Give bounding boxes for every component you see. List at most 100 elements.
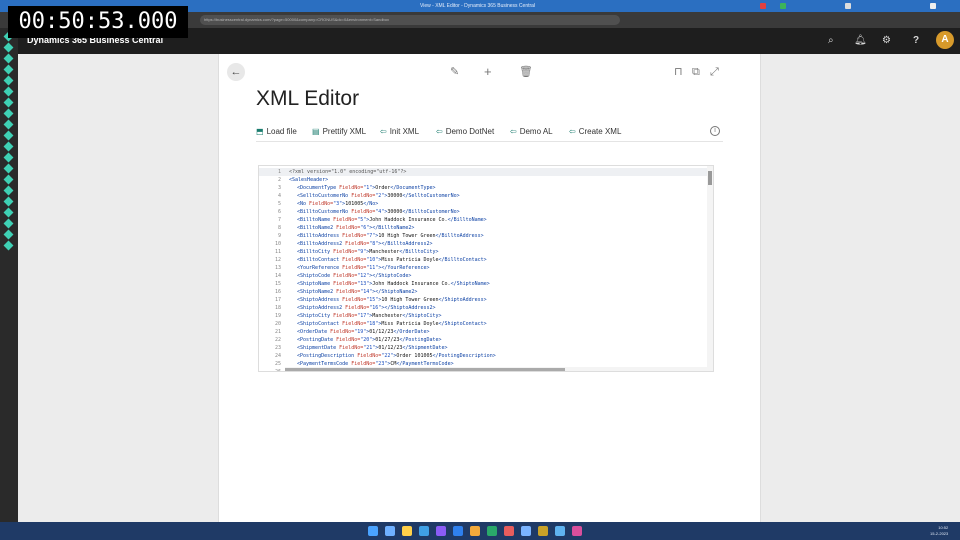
delete-icon[interactable]: 🗑︎ [519, 65, 533, 79]
bell-icon[interactable]: 🔔︎ [854, 35, 867, 47]
gear-icon[interactable]: ⚙ [882, 35, 891, 47]
taskbar-app-icon[interactable] [436, 526, 446, 536]
code-line[interactable]: 5 <No FieldNo="3">101005</No> [259, 200, 713, 208]
rail-app-icon[interactable] [3, 218, 14, 229]
avatar[interactable]: A [936, 31, 954, 49]
url-field[interactable]: https://businesscentral.dynamics.com/?pa… [200, 15, 620, 25]
code-text: <BilltoAddress2 FieldNo="8"></BilltoAddr… [297, 241, 433, 247]
init-xml-button[interactable]: ⇦ Init XML [380, 126, 419, 138]
taskbar: 10:52 15-2-2023 [0, 522, 960, 540]
prettify-xml-button[interactable]: ▤ Prettify XML [312, 126, 366, 138]
code-line[interactable]: 17 <ShiptoAddress FieldNo="15">10 High To… [259, 296, 713, 304]
load-file-button[interactable]: ⬒ Load file [256, 126, 297, 138]
taskbar-app-icon[interactable] [487, 526, 497, 536]
taskbar-app-icon[interactable] [572, 526, 582, 536]
taskbar-app-icon[interactable] [419, 526, 429, 536]
extension-icon[interactable] [780, 3, 786, 9]
code-line[interactable]: 22 <PostingDate FieldNo="20">01/27/23</Po… [259, 336, 713, 344]
code-line[interactable]: 10 <BilltoAddress2 FieldNo="8"></BilltoAd… [259, 240, 713, 248]
code-line[interactable]: 20 <ShiptoContact FieldNo="18">Miss Patri… [259, 320, 713, 328]
code-line[interactable]: 23 <ShipmentDate FieldNo="21">01/12/23</S… [259, 344, 713, 352]
action-arrow-icon: ⇦ [380, 127, 387, 136]
add-icon[interactable]: + [484, 65, 492, 79]
rail-app-icon[interactable] [3, 130, 14, 141]
rail-app-icon[interactable] [3, 86, 14, 97]
code-line[interactable]: 13 <YourReference FieldNo="11"></YourRefe… [259, 264, 713, 272]
rail-app-icon[interactable] [3, 207, 14, 218]
code-line[interactable]: 1 <?xml version="1.0" encoding="utf-16"?> [259, 168, 713, 176]
code-line[interactable]: 4 <SelltoCustomerNo FieldNo="2">30000</Se… [259, 192, 713, 200]
help-icon[interactable]: ? [913, 35, 919, 47]
taskbar-app-icon[interactable] [385, 526, 395, 536]
code-line[interactable]: 7 <BilltoName FieldNo="5">John Haddock In… [259, 216, 713, 224]
bookmark-icon[interactable]: ⊓ [674, 65, 683, 79]
taskbar-app-icon[interactable] [538, 526, 548, 536]
code-text: <ShiptoAddress2 FieldNo="16"></ShiptoAdd… [297, 305, 436, 311]
profile-icon[interactable] [930, 3, 936, 9]
code-line[interactable]: 6 <BilltoCustomerNo FieldNo="4">30000</Bi… [259, 208, 713, 216]
vertical-scrollbar[interactable] [707, 166, 713, 371]
taskbar-app-icon[interactable] [470, 526, 480, 536]
window-title: View - XML Editor - Dynamics 365 Busines… [420, 3, 536, 9]
code-line[interactable]: 15 <ShiptoName FieldNo="13">John Haddock … [259, 280, 713, 288]
code-line[interactable]: 3 <DocumentType FieldNo="1">Order</Docume… [259, 184, 713, 192]
expand-icon[interactable]: ⤢ [710, 65, 719, 79]
taskbar-clock: 10:52 15-2-2023 [930, 525, 949, 536]
rail-app-icon[interactable] [3, 229, 14, 240]
create-xml-button[interactable]: ⇦ Create XML [569, 126, 621, 138]
line-number: 15 [274, 281, 281, 287]
code-text: <BilltoName FieldNo="5">John Haddock Ins… [297, 217, 487, 223]
taskbar-app-icon[interactable] [555, 526, 565, 536]
page-title: XML Editor [256, 87, 360, 110]
taskbar-app-icon[interactable] [453, 526, 463, 536]
taskbar-app-icon[interactable] [402, 526, 412, 536]
rail-app-icon[interactable] [3, 42, 14, 53]
taskbar-app-icon[interactable] [521, 526, 531, 536]
line-number: 3 [277, 185, 281, 191]
code-line[interactable]: 24 <PostingDescription FieldNo="22">Order… [259, 352, 713, 360]
rail-app-icon[interactable] [3, 75, 14, 86]
rail-app-icon[interactable] [3, 152, 14, 163]
line-number: 20 [274, 321, 281, 327]
code-line[interactable]: 14 <ShiptoCode FieldNo="12"></ShiptoCode> [259, 272, 713, 280]
xml-code-editor[interactable]: 1 <?xml version="1.0" encoding="utf-16"?>… [258, 165, 714, 372]
rail-app-icon[interactable] [3, 163, 14, 174]
record-icon[interactable] [760, 3, 766, 9]
rail-app-icon[interactable] [3, 174, 14, 185]
tab-icon[interactable] [845, 3, 851, 9]
rail-app-icon[interactable] [3, 240, 14, 251]
code-line[interactable]: 16 <ShiptoName2 FieldNo="14"></ShiptoName… [259, 288, 713, 296]
rail-app-icon[interactable] [3, 108, 14, 119]
search-icon[interactable]: ⌕ [828, 35, 834, 47]
code-text: <DocumentType FieldNo="1">Order</Documen… [297, 185, 436, 191]
code-line[interactable]: 19 <ShiptoCity FieldNo="17">Manchester</S… [259, 312, 713, 320]
rail-app-icon[interactable] [3, 97, 14, 108]
code-line[interactable]: 18 <ShiptoAddress2 FieldNo="16"></ShiptoA… [259, 304, 713, 312]
code-text: <SalesHeader> [289, 177, 329, 183]
rail-app-icon[interactable] [3, 119, 14, 130]
code-text: <SelltoCustomerNo FieldNo="2">30000</Sel… [297, 193, 460, 199]
rail-app-icon[interactable] [3, 185, 14, 196]
demo-dotnet-button[interactable]: ⇦ Demo DotNet [436, 126, 494, 138]
code-line[interactable]: 8 <BilltoName2 FieldNo="6"></BilltoName2> [259, 224, 713, 232]
scroll-thumb[interactable] [285, 368, 565, 371]
code-line[interactable]: 12 <BilltoContact FieldNo="10">Miss Patri… [259, 256, 713, 264]
code-line[interactable]: 21 <OrderDate FieldNo="19">01/12/23</Orde… [259, 328, 713, 336]
code-line[interactable]: 2 <SalesHeader> [259, 176, 713, 184]
taskbar-app-icon[interactable] [368, 526, 378, 536]
taskbar-app-icon[interactable] [504, 526, 514, 536]
rail-app-icon[interactable] [3, 64, 14, 75]
info-icon[interactable]: i [710, 126, 720, 136]
rail-app-icon[interactable] [3, 141, 14, 152]
code-line[interactable]: 11 <BilltoCity FieldNo="9">Manchester</Bi… [259, 248, 713, 256]
open-new-window-icon[interactable]: ⧉ [692, 65, 700, 79]
rail-app-icon[interactable] [3, 53, 14, 64]
back-arrow-icon[interactable]: ← [227, 63, 245, 81]
line-number: 19 [274, 313, 281, 319]
edit-pencil-icon[interactable]: ✎ [450, 65, 459, 79]
code-line[interactable]: 9 <BilltoAddress FieldNo="7">10 High Towe… [259, 232, 713, 240]
rail-app-icon[interactable] [3, 196, 14, 207]
demo-al-button[interactable]: ⇦ Demo AL [510, 126, 553, 138]
horizontal-scrollbar[interactable] [285, 367, 709, 371]
scroll-thumb[interactable] [708, 171, 712, 185]
